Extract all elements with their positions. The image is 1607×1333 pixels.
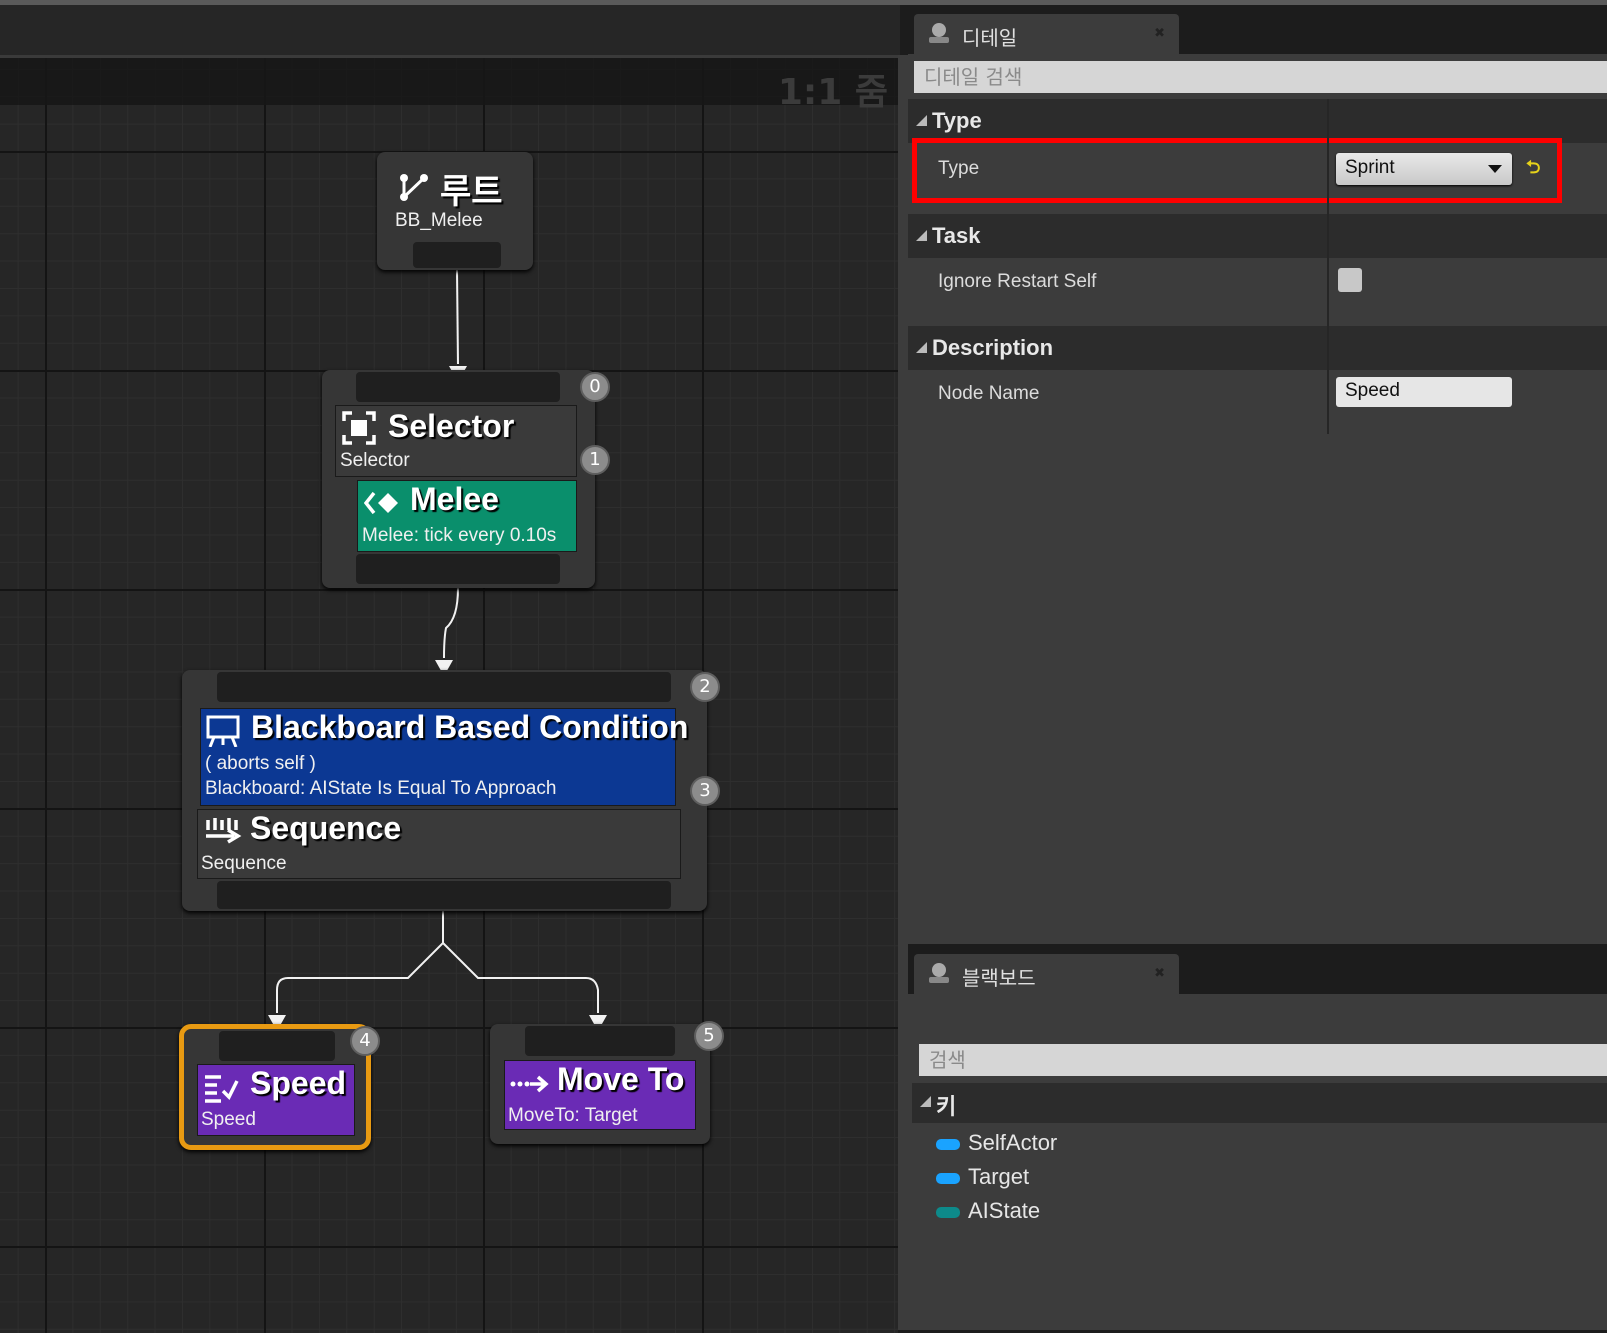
panel-splitter[interactable]: [898, 55, 908, 1330]
execution-index: 4: [350, 1026, 380, 1056]
blackboard-icon: [206, 715, 240, 747]
sequence-node[interactable]: Blackboard Based Condition ( aborts self…: [182, 670, 720, 911]
tab-details[interactable]: 디테일 ✖: [914, 14, 1179, 54]
wire-sequence-speed: [276, 911, 444, 1013]
close-icon[interactable]: ✖: [1154, 26, 1165, 41]
close-icon[interactable]: ✖: [1154, 966, 1165, 981]
moveto-task-node[interactable]: Move To MoveTo: Target 5: [490, 1021, 724, 1144]
blackboard-decorator[interactable]: Blackboard Based Condition ( aborts self…: [200, 708, 688, 806]
wire-selector-sequence: [443, 587, 459, 659]
category-type[interactable]: Type: [908, 99, 1607, 143]
melee-title: Melee: [410, 481, 499, 517]
tab-blackboard-label: 블랙보드: [962, 966, 1036, 990]
category-label: Task: [932, 223, 981, 248]
input-pin[interactable]: [219, 1031, 335, 1061]
collapse-triangle-icon[interactable]: [916, 115, 927, 126]
selector-title: Selector: [388, 408, 515, 444]
task-icon: [205, 1075, 239, 1103]
key-name: Target: [968, 1164, 1030, 1189]
side-panels: 디테일 ✖ 디테일 검색 Type Type Sprint ⮌ Task Ign…: [908, 5, 1607, 1330]
output-pin[interactable]: [413, 242, 501, 268]
details-icon: [929, 23, 949, 43]
column-divider[interactable]: [1327, 99, 1329, 434]
move-to-icon: [510, 1075, 549, 1093]
execution-index: 5: [694, 1021, 724, 1051]
speed-task-title: Speed: [250, 1065, 347, 1101]
selector-subtitle: Selector: [340, 450, 410, 471]
details-search-input[interactable]: 디테일 검색: [914, 61, 1607, 93]
root-title: 루트: [440, 173, 503, 211]
decorator-abort-mode: ( aborts self ): [205, 753, 316, 774]
execution-index: 2: [690, 672, 720, 702]
category-label: Description: [932, 335, 1054, 360]
selector-icon: [342, 411, 376, 445]
key-name: AIState: [968, 1198, 1041, 1223]
moveto-task-title: Move To: [557, 1061, 685, 1097]
speed-task-node[interactable]: Speed Speed 4: [179, 1024, 380, 1150]
category-task[interactable]: Task: [908, 214, 1607, 258]
moveto-task-body[interactable]: Move To MoveTo: Target: [504, 1060, 696, 1130]
behavior-tree-graph[interactable]: 1:1 줌 루트 BB_Melee Selector Selector Mele…: [0, 55, 898, 1333]
category-description[interactable]: Description: [908, 326, 1607, 370]
collapse-triangle-icon[interactable]: [916, 342, 927, 353]
key-name: SelfActor: [968, 1130, 1058, 1155]
blackboard-tab-icon: [929, 963, 949, 983]
wire-sequence-moveto: [442, 942, 599, 1013]
execution-index: 3: [690, 776, 720, 806]
blackboard-search-input[interactable]: 검색: [919, 1044, 1607, 1076]
speed-task-subtitle: Speed: [201, 1109, 256, 1130]
execution-index: 1: [580, 445, 610, 475]
property-ignore-restart-label: Ignore Restart Self: [938, 271, 1097, 292]
selector-body[interactable]: Selector Selector: [335, 405, 577, 477]
details-panel: 디테일 검색 Type Type Sprint ⮌ Task Ignore Re…: [908, 54, 1607, 944]
melee-service[interactable]: Melee Melee: tick every 0.10s: [357, 480, 577, 552]
node-name-field[interactable]: Speed: [1336, 377, 1512, 407]
property-node-name-label: Node Name: [938, 383, 1040, 404]
decorator-title: Blackboard Based Condition: [251, 709, 689, 745]
root-node[interactable]: 루트 BB_Melee: [377, 152, 533, 270]
object-key-icon: [936, 1139, 960, 1150]
input-pin[interactable]: [217, 672, 671, 702]
output-pin[interactable]: [217, 881, 671, 909]
collapse-triangle-icon[interactable]: [920, 1096, 931, 1107]
speed-task-body[interactable]: Speed Speed: [197, 1064, 355, 1136]
service-icon: [364, 491, 398, 515]
collapse-triangle-icon[interactable]: [916, 230, 927, 241]
wire-root-selector: [456, 269, 459, 365]
input-pin[interactable]: [356, 372, 560, 402]
category-label: Type: [932, 108, 982, 133]
blackboard-panel: 검색 키 SelfActor Target AIState: [908, 994, 1607, 1330]
tab-blackboard[interactable]: 블랙보드 ✖: [914, 954, 1179, 994]
melee-subtitle: Melee: tick every 0.10s: [362, 525, 557, 546]
category-keys[interactable]: 키: [912, 1083, 1607, 1123]
root-subtitle: BB_Melee: [395, 210, 483, 231]
graph-toolbar: [0, 5, 900, 55]
enum-key-icon: [936, 1207, 960, 1218]
sequence-body[interactable]: Sequence Sequence: [197, 809, 681, 879]
selector-node[interactable]: Selector Selector Melee Melee: tick ever…: [322, 370, 610, 588]
sequence-icon: [206, 818, 242, 844]
output-pin[interactable]: [356, 554, 560, 584]
root-icon: [400, 174, 428, 201]
input-pin[interactable]: [525, 1026, 675, 1056]
decorator-description: Blackboard: AIState Is Equal To Approach: [205, 778, 557, 799]
sequence-subtitle: Sequence: [201, 853, 287, 874]
highlight-box: [912, 138, 1562, 203]
execution-index: 0: [580, 372, 610, 402]
category-label: 키: [936, 1094, 957, 1119]
sequence-title: Sequence: [250, 810, 402, 846]
node-name-value: Speed: [1345, 380, 1400, 401]
ignore-restart-checkbox[interactable]: [1338, 268, 1362, 292]
object-key-icon: [936, 1173, 960, 1184]
tab-details-label: 디테일: [962, 26, 1018, 50]
moveto-task-subtitle: MoveTo: Target: [508, 1105, 638, 1126]
